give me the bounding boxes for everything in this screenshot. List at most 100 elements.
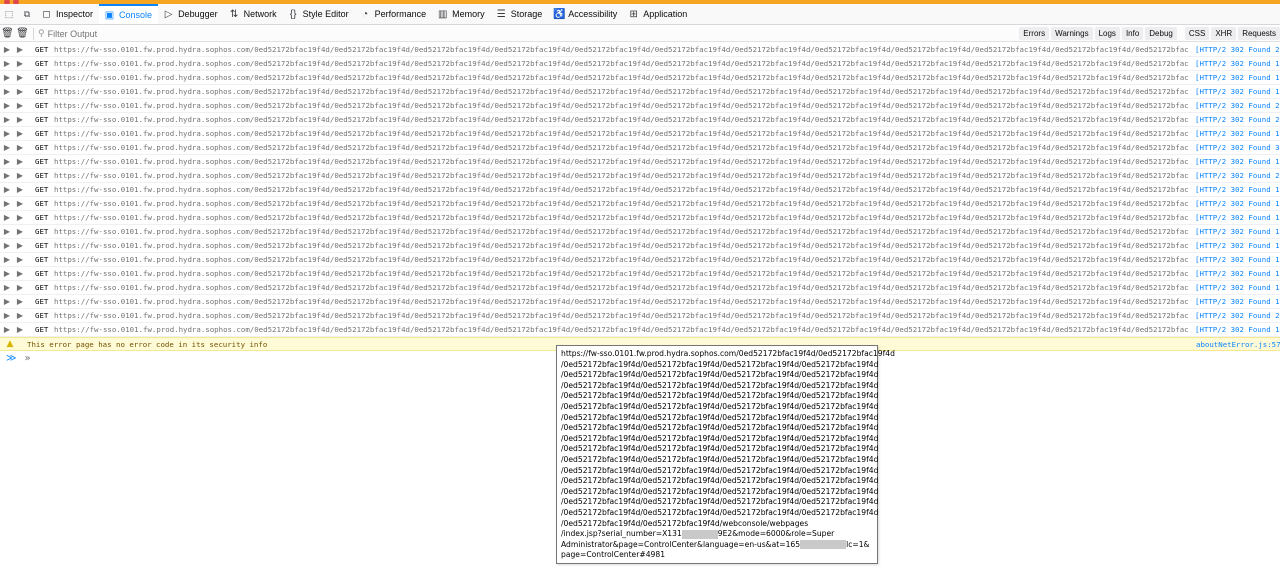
expand-arrow-icon[interactable]: ▶ bbox=[14, 185, 26, 194]
request-url[interactable]: https://fw-sso.0101.fw.prod.hydra.sophos… bbox=[52, 241, 1189, 250]
network-log-row[interactable]: ▶ ▶ GET https://fw-sso.0101.fw.prod.hydra.s… bbox=[0, 57, 1280, 71]
response-status[interactable]: [HTTP/2 302 Found 21ms] bbox=[1195, 171, 1280, 180]
tab-storage[interactable]: ☰ Storage bbox=[491, 4, 549, 24]
expand-arrow-icon[interactable]: ▶ bbox=[14, 269, 26, 278]
tab-network[interactable]: ⇅ Network bbox=[224, 4, 283, 24]
network-log-row[interactable]: ▶ ▶ GET https://fw-sso.0101.fw.prod.hydra.s… bbox=[0, 323, 1280, 337]
request-url[interactable]: https://fw-sso.0101.fw.prod.hydra.sophos… bbox=[52, 199, 1189, 208]
network-log-row[interactable]: ▶ ▶ GET https://fw-sso.0101.fw.prod.hydra.s… bbox=[0, 225, 1280, 239]
network-log-row[interactable]: ▶ ▶ GET https://fw-sso.0101.fw.prod.hydra.s… bbox=[0, 253, 1280, 267]
expand-arrow-icon[interactable]: ▶ bbox=[14, 143, 26, 152]
network-log-row[interactable]: ▶ ▶ GET https://fw-sso.0101.fw.prod.hydra.s… bbox=[0, 141, 1280, 155]
expand-arrow-icon[interactable]: ▶ bbox=[0, 185, 14, 194]
request-url[interactable]: https://fw-sso.0101.fw.prod.hydra.sophos… bbox=[52, 255, 1189, 264]
expand-arrow-icon[interactable]: ▶ bbox=[14, 325, 26, 334]
request-url[interactable]: https://fw-sso.0101.fw.prod.hydra.sophos… bbox=[52, 171, 1189, 180]
clear-history-icon[interactable]: 🗑 bbox=[15, 28, 30, 39]
response-status[interactable]: [HTTP/2 302 Found 18ms] bbox=[1195, 213, 1280, 222]
expand-arrow-icon[interactable]: ▶ bbox=[14, 241, 26, 250]
tab-memory[interactable]: ▥ Memory bbox=[432, 4, 491, 24]
expand-arrow-icon[interactable]: ▶ bbox=[0, 73, 14, 82]
response-status[interactable]: [HTTP/2 302 Found 14ms] bbox=[1195, 129, 1280, 138]
response-status[interactable]: [HTTP/2 302 Found 17ms] bbox=[1195, 227, 1280, 236]
request-url[interactable]: https://fw-sso.0101.fw.prod.hydra.sophos… bbox=[52, 73, 1189, 82]
expand-arrow-icon[interactable]: ▶ bbox=[14, 311, 26, 320]
expand-arrow-icon[interactable]: ▶ bbox=[14, 255, 26, 264]
expand-arrow-icon[interactable]: ▶ bbox=[0, 241, 14, 250]
network-log-row[interactable]: ▶ ▶ GET https://fw-sso.0101.fw.prod.hydra.s… bbox=[0, 309, 1280, 323]
network-log-row[interactable]: ▶ ▶ GET https://fw-sso.0101.fw.prod.hydra.s… bbox=[0, 155, 1280, 169]
expand-arrow-icon[interactable]: ▶ bbox=[14, 129, 26, 138]
filter-debug-button[interactable]: Debug bbox=[1145, 27, 1177, 40]
request-url[interactable]: https://fw-sso.0101.fw.prod.hydra.sophos… bbox=[52, 157, 1189, 166]
element-picker-icon[interactable]: ⬚ bbox=[0, 4, 18, 24]
network-log-row[interactable]: ▶ ▶ GET https://fw-sso.0101.fw.prod.hydra.s… bbox=[0, 239, 1280, 253]
request-url[interactable]: https://fw-sso.0101.fw.prod.hydra.sophos… bbox=[52, 269, 1189, 278]
request-url[interactable]: https://fw-sso.0101.fw.prod.hydra.sophos… bbox=[52, 115, 1189, 124]
response-status[interactable]: [HTTP/2 302 Found 28ms] bbox=[1195, 101, 1280, 110]
expand-arrow-icon[interactable]: ▶ bbox=[0, 325, 14, 334]
expand-arrow-icon[interactable]: ▶ bbox=[0, 213, 14, 222]
network-log-row[interactable]: ▶ ▶ GET https://fw-sso.0101.fw.prod.hydra.s… bbox=[0, 267, 1280, 281]
request-url[interactable]: https://fw-sso.0101.fw.prod.hydra.sophos… bbox=[52, 325, 1189, 334]
network-log-row[interactable]: ▶ ▶ GET https://fw-sso.0101.fw.prod.hydra.s… bbox=[0, 281, 1280, 295]
response-status[interactable]: [HTTP/2 302 Found 15ms] bbox=[1195, 59, 1280, 68]
request-url[interactable]: https://fw-sso.0101.fw.prod.hydra.sophos… bbox=[52, 87, 1189, 96]
network-log-row[interactable]: ▶ ▶ GET https://fw-sso.0101.fw.prod.hydra.s… bbox=[0, 127, 1280, 141]
network-log-row[interactable]: ▶ ▶ GET https://fw-sso.0101.fw.prod.hydra.s… bbox=[0, 85, 1280, 99]
request-url[interactable]: https://fw-sso.0101.fw.prod.hydra.sophos… bbox=[52, 45, 1189, 54]
filter-info-button[interactable]: Info bbox=[1121, 27, 1144, 40]
response-status[interactable]: [HTTP/2 302 Found 18ms] bbox=[1195, 199, 1280, 208]
request-url[interactable]: https://fw-sso.0101.fw.prod.hydra.sophos… bbox=[52, 213, 1189, 222]
network-log-row[interactable]: ▶ ▶ GET https://fw-sso.0101.fw.prod.hydra.s… bbox=[0, 113, 1280, 127]
warning-source-link[interactable]: aboutNetError.js:571: bbox=[1196, 340, 1280, 349]
expand-arrow-icon[interactable]: ▶ bbox=[0, 283, 14, 292]
expand-arrow-icon[interactable]: ▶ bbox=[14, 157, 26, 166]
expand-arrow-icon[interactable]: ▶ bbox=[0, 199, 14, 208]
response-status[interactable]: [HTTP/2 302 Found 18ms] bbox=[1195, 73, 1280, 82]
expand-arrow-icon[interactable]: ▶ bbox=[14, 297, 26, 306]
request-url[interactable]: https://fw-sso.0101.fw.prod.hydra.sophos… bbox=[52, 59, 1189, 68]
response-status[interactable]: [HTTP/2 302 Found 14ms] bbox=[1195, 325, 1280, 334]
request-url[interactable]: https://fw-sso.0101.fw.prod.hydra.sophos… bbox=[52, 129, 1189, 138]
tab-inspector[interactable]: ◻ Inspector bbox=[36, 4, 99, 24]
response-status[interactable]: [HTTP/2 302 Found 14ms] bbox=[1195, 283, 1280, 292]
request-url[interactable]: https://fw-sso.0101.fw.prod.hydra.sophos… bbox=[52, 297, 1189, 306]
expand-arrow-icon[interactable]: ▶ bbox=[14, 227, 26, 236]
response-status[interactable]: [HTTP/2 302 Found 15ms] bbox=[1195, 255, 1280, 264]
expand-arrow-icon[interactable]: ▶ bbox=[0, 255, 14, 264]
response-status[interactable]: [HTTP/2 302 Found 24ms] bbox=[1195, 115, 1280, 124]
response-status[interactable]: [HTTP/2 302 Found 14ms] bbox=[1195, 297, 1280, 306]
request-url[interactable]: https://fw-sso.0101.fw.prod.hydra.sophos… bbox=[52, 283, 1189, 292]
responsive-design-icon[interactable]: ⧉ bbox=[18, 4, 36, 24]
expand-arrow-icon[interactable]: ▶ bbox=[14, 101, 26, 110]
expand-arrow-icon[interactable]: ▶ bbox=[14, 73, 26, 82]
expand-arrow-icon[interactable]: ▶ bbox=[0, 311, 14, 320]
network-log-row[interactable]: ▶ ▶ GET https://fw-sso.0101.fw.prod.hydra.s… bbox=[0, 43, 1280, 57]
response-status[interactable]: [HTTP/2 302 Found 16ms] bbox=[1195, 87, 1280, 96]
network-log-row[interactable]: ▶ ▶ GET https://fw-sso.0101.fw.prod.hydra.s… bbox=[0, 71, 1280, 85]
network-log-row[interactable]: ▶ ▶ GET https://fw-sso.0101.fw.prod.hydra.s… bbox=[0, 197, 1280, 211]
response-status[interactable]: [HTTP/2 302 Found 23ms] bbox=[1195, 45, 1280, 54]
network-log-row[interactable]: ▶ ▶ GET https://fw-sso.0101.fw.prod.hydra.s… bbox=[0, 99, 1280, 113]
request-url[interactable]: https://fw-sso.0101.fw.prod.hydra.sophos… bbox=[52, 227, 1189, 236]
response-status[interactable]: [HTTP/2 302 Found 19ms] bbox=[1195, 157, 1280, 166]
request-url[interactable]: https://fw-sso.0101.fw.prod.hydra.sophos… bbox=[52, 185, 1189, 194]
request-url[interactable]: https://fw-sso.0101.fw.prod.hydra.sophos… bbox=[52, 101, 1189, 110]
response-status[interactable]: [HTTP/2 302 Found 16ms] bbox=[1195, 185, 1280, 194]
filter-errors-button[interactable]: Errors bbox=[1019, 27, 1050, 40]
tab-performance[interactable]: ◔ Performance bbox=[355, 4, 433, 24]
expand-arrow-icon[interactable]: ▶ bbox=[0, 171, 14, 180]
expand-arrow-icon[interactable]: ▶ bbox=[0, 297, 14, 306]
expand-arrow-icon[interactable]: ▶ bbox=[14, 171, 26, 180]
expand-arrow-icon[interactable]: ▶ bbox=[14, 283, 26, 292]
expand-arrow-icon[interactable]: ▶ bbox=[0, 157, 14, 166]
expand-arrow-icon[interactable]: ▶ bbox=[14, 213, 26, 222]
tab-debugger[interactable]: ▷ Debugger bbox=[158, 4, 224, 24]
expand-arrow-icon[interactable]: ▶ bbox=[0, 59, 14, 68]
expand-arrow-icon[interactable]: ▶ bbox=[14, 199, 26, 208]
network-log-row[interactable]: ▶ ▶ GET https://fw-sso.0101.fw.prod.hydra.s… bbox=[0, 295, 1280, 309]
request-url[interactable]: https://fw-sso.0101.fw.prod.hydra.sophos… bbox=[52, 311, 1189, 320]
expand-arrow-icon[interactable]: ▶ bbox=[14, 87, 26, 96]
expand-arrow-icon[interactable]: ▶ bbox=[14, 115, 26, 124]
